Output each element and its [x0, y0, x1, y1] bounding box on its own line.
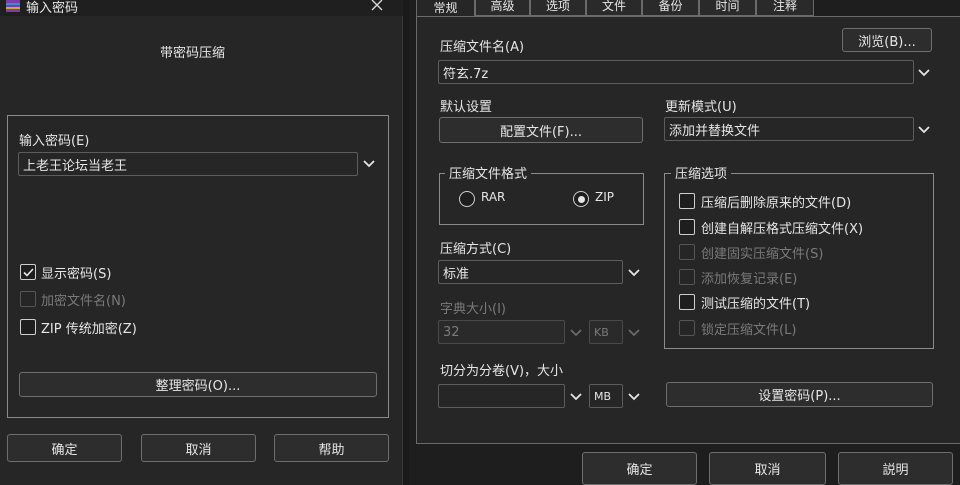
- dict-value: 32: [443, 324, 460, 340]
- zip-legacy-label: ZIP 传统加密(Z): [41, 322, 137, 337]
- split-size-input[interactable]: [438, 384, 565, 408]
- chevron-down-icon[interactable]: [567, 324, 585, 342]
- help-button[interactable]: 説明: [838, 452, 953, 485]
- title-bar: 输入密码: [0, 0, 403, 16]
- method-label: 压缩方式(C): [440, 242, 512, 257]
- set-password-button[interactable]: 设置密码(P)...: [666, 382, 933, 407]
- split-unit-select[interactable]: MB: [589, 384, 623, 408]
- split-unit: MB: [594, 389, 612, 403]
- tab-options[interactable]: 选项: [530, 0, 586, 16]
- dialog-title: 输入密码: [26, 1, 79, 16]
- help-button[interactable]: 帮助: [274, 434, 389, 462]
- cancel-button[interactable]: 取消: [141, 434, 256, 462]
- profiles-button[interactable]: 配置文件(F)...: [439, 117, 643, 143]
- default-settings-label: 默认设置: [440, 100, 493, 115]
- tab-backup[interactable]: 备份: [642, 0, 699, 16]
- dialog-heading: 带密码压缩: [160, 46, 226, 61]
- option-lock-label: 锁定压缩文件(L): [701, 323, 797, 338]
- chevron-down-icon[interactable]: [625, 264, 643, 282]
- chevron-down-icon[interactable]: [625, 324, 643, 342]
- archive-name-input[interactable]: 符玄.7z: [438, 60, 914, 84]
- archive-dialog: 常规 高级 选项 文件 备份 时间 注释 压缩文件名(A) 浏览(B)... 符…: [409, 0, 960, 485]
- option-solid-label: 创建固实压缩文件(S): [701, 247, 824, 262]
- update-mode-select[interactable]: 添加并替换文件: [664, 117, 914, 141]
- option-test-label: 测试压缩的文件(T): [701, 297, 811, 312]
- dict-select[interactable]: 32: [438, 320, 565, 344]
- split-label: 切分为分卷(V)，大小: [440, 364, 564, 379]
- organize-passwords-button[interactable]: 整理密码(O)...: [19, 372, 377, 397]
- tab-general[interactable]: 常规: [416, 0, 475, 17]
- archiving-options-title: 压缩选项: [671, 163, 732, 182]
- archive-format-title: 压缩文件格式: [445, 163, 532, 182]
- option-delete-checkbox[interactable]: [679, 193, 695, 209]
- winrar-icon: [6, 0, 20, 12]
- browse-button[interactable]: 浏览(B)...: [842, 28, 932, 52]
- password-value: 上老王论坛当老王: [23, 158, 128, 174]
- option-test-checkbox[interactable]: [679, 294, 695, 310]
- tab-time[interactable]: 时间: [699, 0, 756, 16]
- cancel-button[interactable]: 取消: [709, 452, 826, 485]
- option-sfx-checkbox[interactable]: [679, 219, 695, 235]
- chevron-down-icon[interactable]: [625, 388, 643, 406]
- password-dialog: 输入密码 带密码压缩 输入密码(E) 上老王论坛当老王 显示密码(S) 加密文件…: [0, 0, 403, 485]
- zip-legacy-checkbox[interactable]: [20, 319, 36, 335]
- encrypt-names-label: 加密文件名(N): [41, 294, 126, 309]
- method-select[interactable]: 标准: [438, 260, 623, 284]
- zip-radio[interactable]: [573, 191, 589, 207]
- method-value: 标准: [443, 266, 470, 282]
- chevron-down-icon[interactable]: [567, 388, 585, 406]
- chevron-down-icon[interactable]: [915, 64, 933, 82]
- close-icon[interactable]: [370, 0, 386, 14]
- ok-button[interactable]: 确定: [7, 434, 122, 462]
- chevron-down-icon[interactable]: [915, 121, 933, 139]
- option-recovery-label: 添加恢复记录(E): [701, 272, 798, 287]
- update-mode-value: 添加并替换文件: [669, 123, 761, 139]
- archive-name-value: 符玄.7z: [443, 66, 489, 82]
- show-password-label: 显示密码(S): [41, 267, 112, 282]
- archive-name-label: 压缩文件名(A): [440, 40, 525, 55]
- option-recovery-checkbox[interactable]: [679, 269, 695, 285]
- show-password-checkbox[interactable]: [20, 264, 36, 280]
- tab-files[interactable]: 文件: [586, 0, 642, 16]
- dict-label: 字典大小(I): [440, 302, 506, 317]
- chevron-down-icon[interactable]: [360, 155, 378, 173]
- option-delete-label: 压缩后删除原来的文件(D): [701, 196, 852, 211]
- password-input[interactable]: 上老王论坛当老王: [18, 152, 358, 176]
- option-solid-checkbox[interactable]: [679, 244, 695, 260]
- option-sfx-label: 创建自解压格式压缩文件(X): [701, 222, 864, 237]
- option-lock-checkbox[interactable]: [679, 320, 695, 336]
- dict-unit-select[interactable]: KB: [589, 320, 623, 344]
- tab-comment[interactable]: 注释: [756, 0, 814, 16]
- ok-button[interactable]: 确定: [582, 452, 697, 485]
- rar-radio[interactable]: [459, 191, 475, 207]
- password-label: 输入密码(E): [19, 134, 90, 149]
- dict-unit: KB: [594, 325, 609, 339]
- encrypt-names-checkbox[interactable]: [20, 291, 36, 307]
- update-mode-label: 更新模式(U): [665, 100, 737, 115]
- tab-advanced[interactable]: 高级: [475, 0, 530, 16]
- zip-label: ZIP: [595, 190, 614, 204]
- rar-label: RAR: [481, 190, 506, 204]
